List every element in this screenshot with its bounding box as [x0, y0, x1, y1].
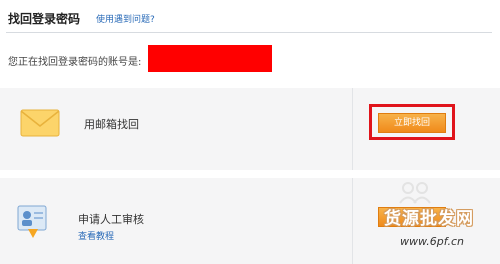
view-tutorial-link[interactable]: 查看教程 [78, 229, 114, 242]
manual-review-label: 申请人工审核 [78, 213, 144, 226]
watermark-logo: 货源批发网 [384, 209, 474, 229]
header-divider [6, 32, 492, 33]
page-header: 找回登录密码 使用遇到问题? [0, 0, 500, 36]
page-title: 找回登录密码 [8, 12, 81, 26]
account-label: 您正在找回登录密码的账号是: [8, 57, 142, 68]
help-link[interactable]: 使用遇到问题? [96, 12, 155, 25]
column-divider [352, 178, 353, 264]
watermark-people-icon [399, 182, 431, 204]
redacted-account [148, 45, 272, 72]
envelope-icon [20, 109, 60, 137]
person-card-icon [17, 205, 47, 238]
recover-now-button[interactable]: 立即找回 [378, 113, 446, 133]
column-divider [352, 88, 353, 170]
email-method-label: 用邮箱找回 [84, 118, 139, 131]
card-divider [0, 170, 500, 178]
watermark-url: www.6pf.cn [400, 235, 464, 248]
